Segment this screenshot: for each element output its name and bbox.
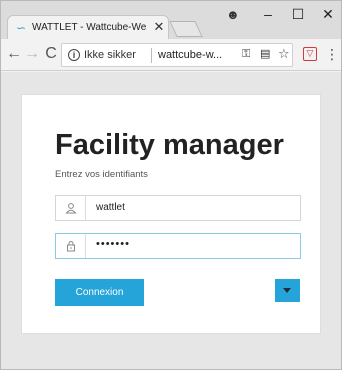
new-tab-button[interactable] [169, 21, 203, 37]
username-field[interactable]: wattlet [55, 195, 301, 221]
password-value[interactable]: ••••••• [96, 238, 130, 250]
login-subtitle: Entrez vos identifiants [55, 169, 148, 180]
username-value[interactable]: wattlet [96, 202, 125, 213]
forward-button[interactable]: → [23, 45, 41, 63]
connect-button[interactable]: Connexion [55, 279, 144, 306]
key-icon[interactable]: ⚿ [242, 48, 250, 61]
maximize-button[interactable]: ☐ [283, 3, 313, 25]
login-card: Facility manager Entrez vos identifiants… [21, 94, 321, 334]
reload-button[interactable]: C [42, 45, 60, 63]
browser-toolbar: ← → C i Ikke sikker wattcube-w... ⚿ ▤ ☆ … [1, 39, 341, 71]
page-title: Facility manager [55, 129, 284, 161]
lock-icon [56, 234, 86, 258]
close-window-button[interactable]: ✕ [313, 3, 342, 25]
tab-close-icon[interactable]: ✕ [152, 19, 166, 35]
menu-icon[interactable]: ⋮ [325, 45, 339, 63]
browser-tab[interactable]: ∽ WATTLET - Wattcube-We ✕ [7, 15, 169, 39]
options-dropdown-button[interactable] [275, 279, 300, 302]
user-icon [56, 196, 86, 220]
password-field[interactable]: ••••••• [55, 233, 301, 259]
translate-icon[interactable]: ▤ [260, 47, 270, 60]
tab-title: WATTLET - Wattcube-We [32, 22, 147, 33]
caret-down-icon [283, 288, 291, 293]
browser-window: ∽ WATTLET - Wattcube-We ✕ ☻ – ☐ ✕ ← → C … [0, 0, 342, 370]
extension-icon[interactable]: ▽ [303, 47, 317, 61]
info-icon[interactable]: i [68, 49, 80, 61]
star-icon[interactable]: ☆ [278, 46, 290, 62]
url-divider [151, 48, 152, 63]
address-bar[interactable]: i Ikke sikker wattcube-w... ⚿ ▤ ☆ [61, 43, 293, 67]
minimize-button[interactable]: – [253, 3, 283, 25]
wattlet-logo-icon: ∽ [16, 21, 27, 35]
security-label[interactable]: Ikke sikker [84, 49, 136, 61]
url-text[interactable]: wattcube-w... [158, 49, 222, 61]
profile-icon[interactable]: ☻ [226, 7, 240, 22]
page-viewport: Facility manager Entrez vos identifiants… [1, 72, 341, 369]
back-button[interactable]: ← [5, 45, 23, 63]
title-bar: ∽ WATTLET - Wattcube-We ✕ ☻ – ☐ ✕ [1, 1, 341, 39]
